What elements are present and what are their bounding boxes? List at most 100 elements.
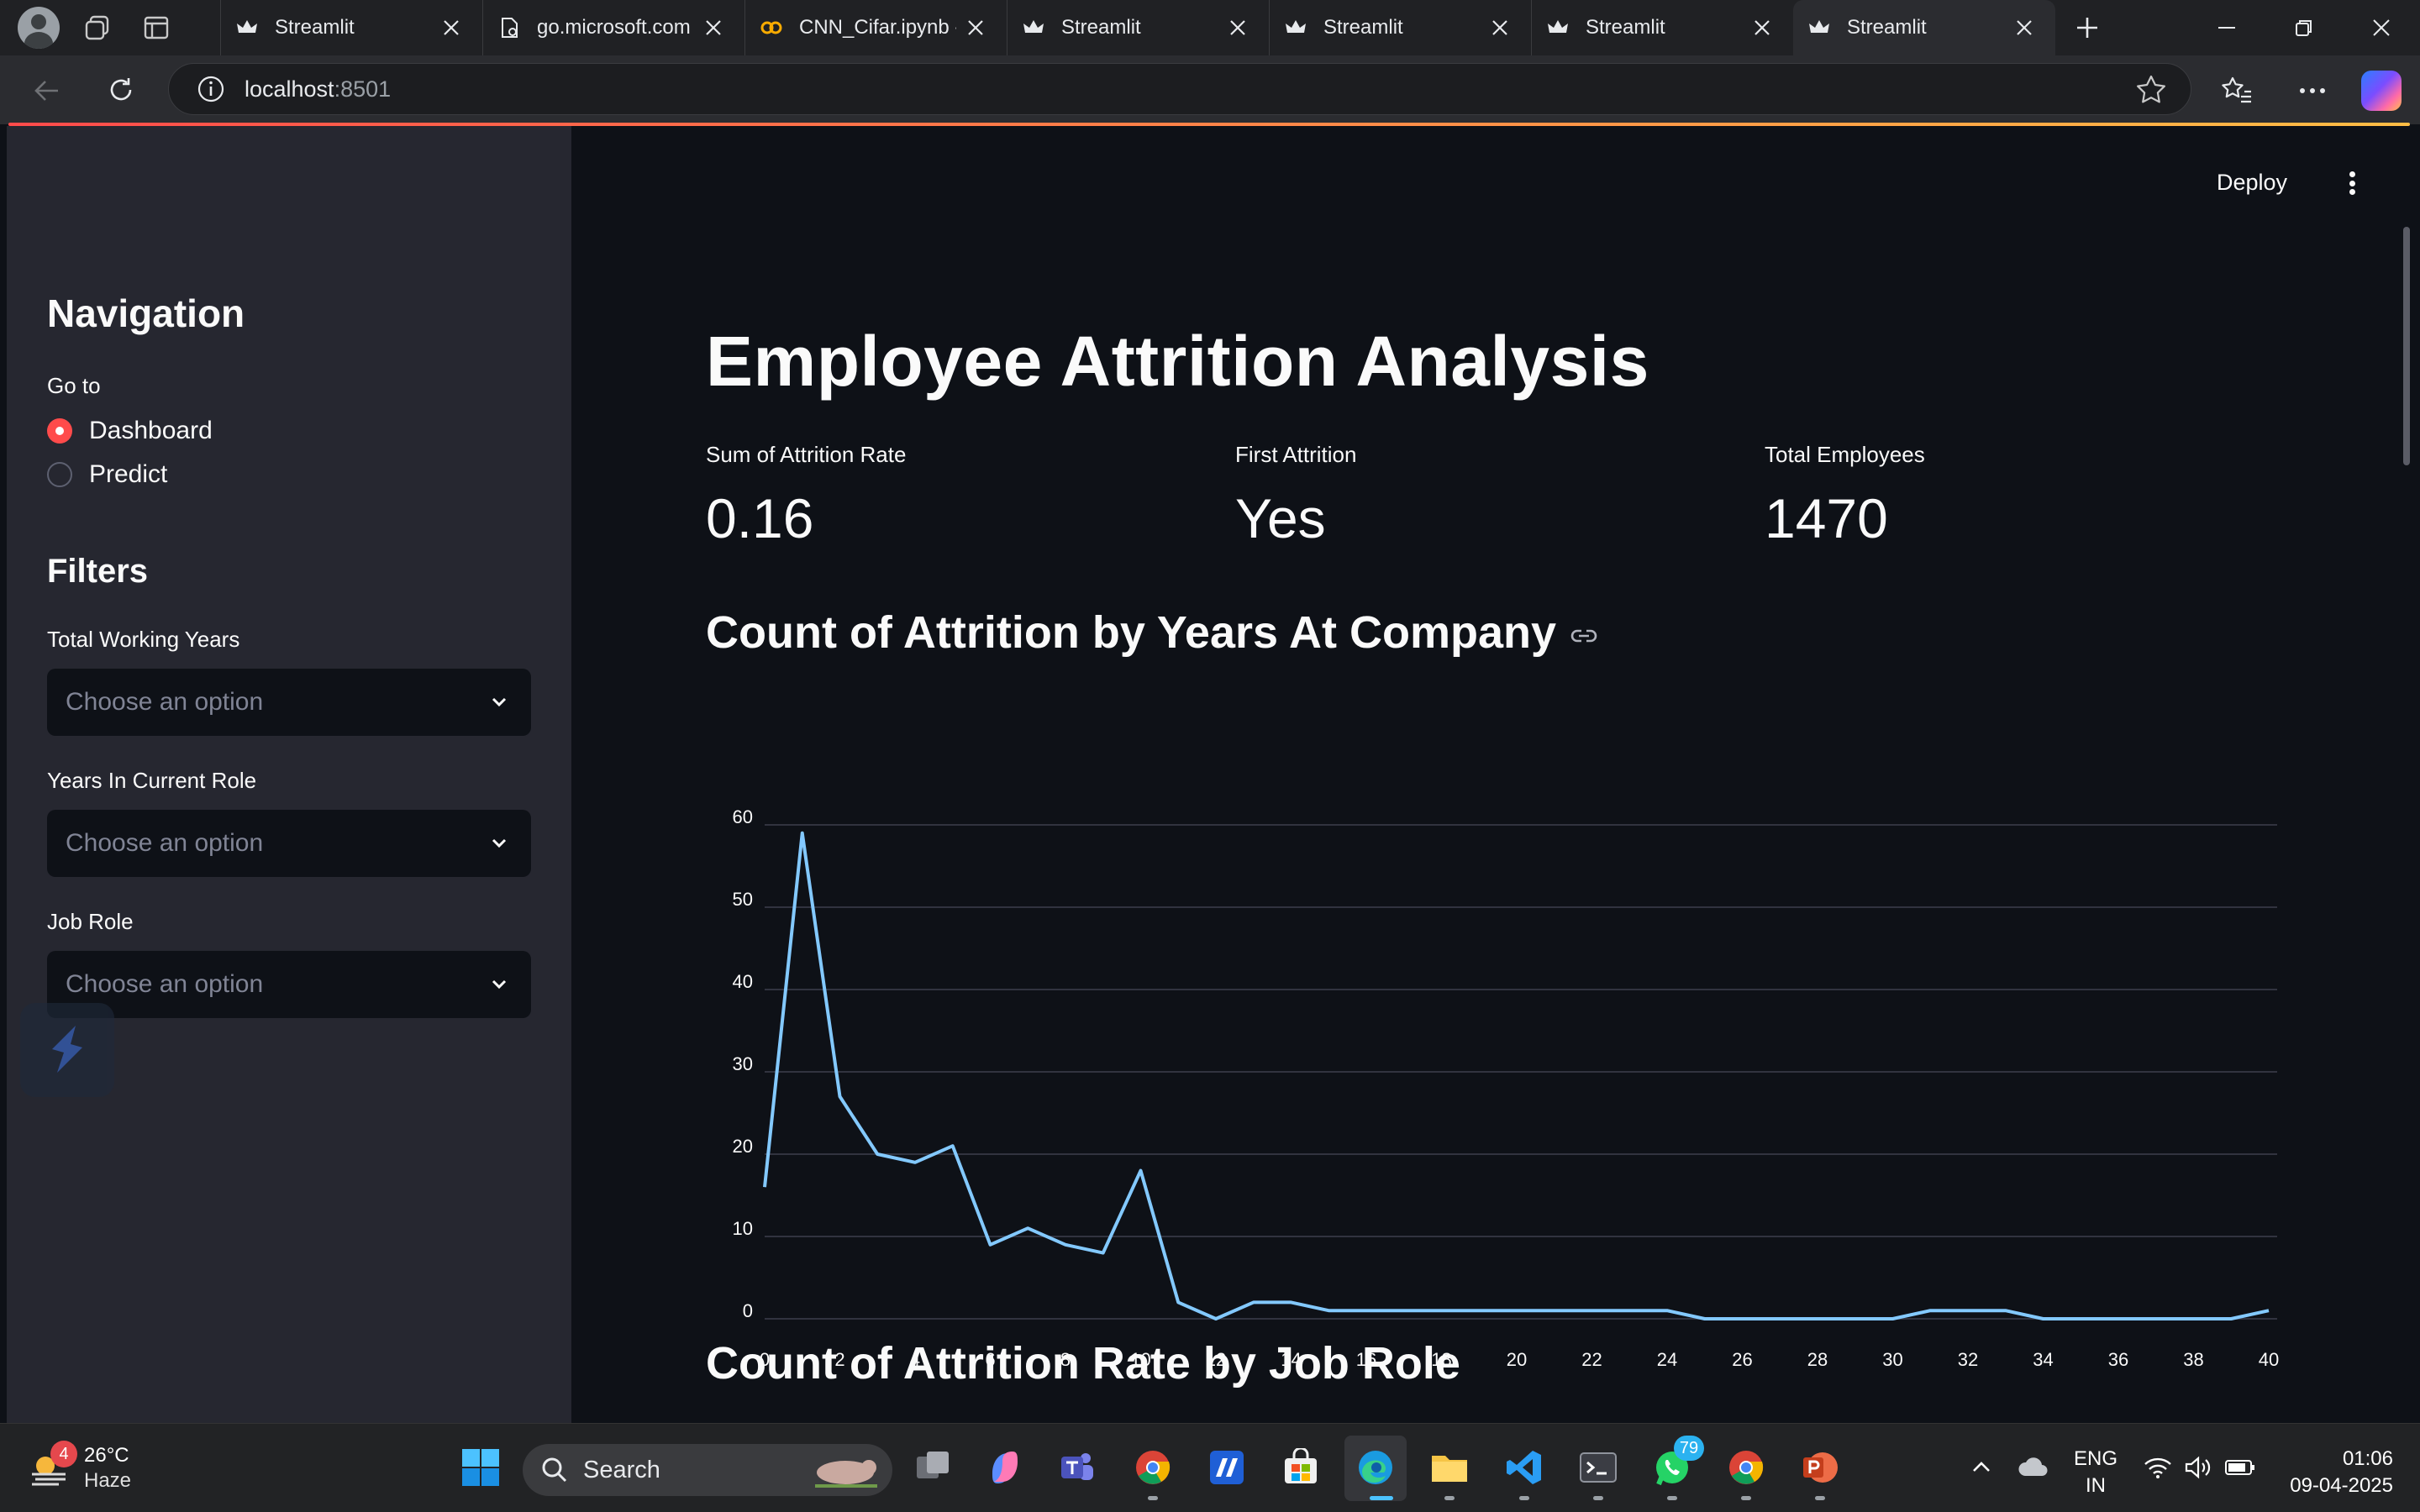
metric-label: Sum of Attrition Rate	[706, 442, 907, 467]
browser-tab[interactable]: Streamlit	[1269, 0, 1531, 55]
browser-tab[interactable]: CNN_Cifar.ipynb -	[744, 0, 1007, 55]
new-tab-button[interactable]	[2055, 0, 2119, 55]
streamlit-crown-icon	[1808, 17, 1830, 39]
select-job-role[interactable]: Choose an option	[47, 951, 531, 1018]
site-info-icon[interactable]	[192, 71, 229, 108]
workspaces-button[interactable]	[74, 4, 121, 51]
close-window-button[interactable]	[2343, 0, 2420, 55]
close-tab-icon[interactable]	[963, 15, 988, 40]
metric-total-employees: Total Employees 1470	[1765, 442, 1925, 550]
tab-title: Streamlit	[1323, 16, 1403, 39]
close-tab-icon[interactable]	[2012, 15, 2037, 40]
minimize-button[interactable]	[2188, 0, 2265, 55]
y-tick-label: 40	[733, 971, 753, 992]
store-icon	[1285, 1448, 1317, 1483]
chevron-down-icon	[492, 697, 507, 707]
task-view-button[interactable]	[909, 1444, 956, 1491]
main-menu-button[interactable]	[2339, 168, 2365, 198]
powerpoint-button[interactable]	[1797, 1444, 1844, 1491]
select-placeholder: Choose an option	[66, 829, 264, 857]
weather-widget[interactable]: 4 26°C Haze	[25, 1441, 143, 1499]
tab-title: Streamlit	[1847, 16, 1927, 39]
page-title: Employee Attrition Analysis	[706, 322, 1649, 401]
taskbar-search[interactable]: Search	[523, 1444, 892, 1496]
tab-title: Streamlit	[275, 16, 355, 39]
battery-status[interactable]	[2223, 1444, 2257, 1491]
radio-dot-unselected	[47, 462, 72, 487]
streamlit-crown-icon	[1547, 17, 1569, 39]
refresh-button[interactable]	[97, 67, 145, 114]
running-indicator	[1593, 1496, 1603, 1500]
browser-tab[interactable]: Streamlit	[1007, 0, 1269, 55]
close-tab-icon[interactable]	[1487, 15, 1512, 40]
chevron-up-icon	[1973, 1462, 1990, 1472]
select-total-working-years[interactable]: Choose an option	[47, 669, 531, 736]
edge-button[interactable]	[1352, 1444, 1399, 1491]
whatsapp-button[interactable]: 79	[1649, 1436, 1704, 1491]
search-label: Search	[583, 1456, 660, 1483]
deploy-button[interactable]: Deploy	[2217, 170, 2287, 196]
browser-tab[interactable]: Streamlit	[1793, 0, 2055, 55]
minimize-icon	[2218, 27, 2235, 29]
favorite-star-icon[interactable]	[2135, 74, 2167, 106]
streamlit-crown-icon	[236, 17, 258, 39]
back-button[interactable]	[24, 67, 71, 114]
editor-app-button[interactable]	[1203, 1444, 1250, 1491]
vertical-tabs-button[interactable]	[133, 4, 180, 51]
more-horizontal-icon	[2300, 88, 2325, 93]
language-indicator[interactable]: ENG IN	[2064, 1446, 2128, 1499]
wifi-icon	[2144, 1457, 2171, 1478]
restore-button[interactable]	[2265, 0, 2343, 55]
store-button[interactable]	[1277, 1444, 1324, 1491]
search-icon	[542, 1457, 567, 1483]
copilot-icon[interactable]	[2361, 71, 2402, 111]
terminal-icon	[1580, 1452, 1617, 1483]
y-tick-label: 50	[733, 889, 753, 910]
browser-tab[interactable]: Streamlit	[220, 0, 482, 55]
more-menu-button[interactable]	[2289, 67, 2336, 114]
y-tick-label: 10	[733, 1218, 753, 1239]
running-indicator	[1148, 1496, 1158, 1500]
clock[interactable]: 01:06 09-04-2025	[2275, 1446, 2393, 1499]
favorites-button[interactable]	[2213, 67, 2260, 114]
onedrive-button[interactable]	[2010, 1444, 2057, 1491]
select-placeholder: Choose an option	[66, 688, 264, 716]
url-field[interactable]: localhost:8501	[168, 63, 2191, 115]
close-tab-icon[interactable]	[1749, 15, 1775, 40]
radio-predict[interactable]: Predict	[47, 460, 167, 489]
tab-strip: Streamlit go.microsoft.com CNN_Cifar.ipynb…	[220, 0, 2055, 55]
chrome-profile-button[interactable]	[1723, 1444, 1770, 1491]
teams-button[interactable]	[1054, 1444, 1101, 1491]
chart-heading-text: Count of Attrition by Years At Company	[706, 607, 1557, 658]
chrome-button[interactable]	[1129, 1444, 1176, 1491]
x-tick-label: 30	[1882, 1349, 1902, 1370]
windows-taskbar: 4 26°C Haze Search 79 ENG IN 01:06 09-04…	[0, 1423, 2420, 1512]
scrollbar-thumb[interactable]	[2403, 227, 2410, 465]
select-years-in-current-role[interactable]: Choose an option	[47, 810, 531, 877]
streamlit-widget-icon[interactable]	[20, 1003, 114, 1097]
start-button[interactable]	[457, 1444, 504, 1491]
vscode-button[interactable]	[1501, 1444, 1548, 1491]
x-tick-label: 28	[1807, 1349, 1828, 1370]
clock-date: 09-04-2025	[2290, 1474, 2393, 1497]
wifi-status[interactable]	[2141, 1444, 2175, 1491]
radio-predict-label: Predict	[89, 460, 168, 488]
terminal-button[interactable]	[1575, 1444, 1622, 1491]
browser-tab[interactable]: go.microsoft.com	[482, 0, 744, 55]
volume-status[interactable]	[2181, 1444, 2215, 1491]
copilot-taskbar-button[interactable]	[981, 1444, 1028, 1491]
y-tick-label: 20	[733, 1136, 753, 1157]
running-indicator	[1519, 1496, 1529, 1500]
folder-icon	[1432, 1456, 1467, 1482]
close-tab-icon[interactable]	[701, 15, 726, 40]
tray-overflow-button[interactable]	[1958, 1444, 2005, 1491]
profile-button[interactable]	[15, 4, 62, 51]
close-tab-icon[interactable]	[1225, 15, 1250, 40]
anchor-link-icon[interactable]	[1568, 620, 1600, 652]
browser-tab[interactable]: Streamlit	[1531, 0, 1793, 55]
filter-label-job-role: Job Role	[47, 909, 134, 934]
file-explorer-button[interactable]	[1426, 1444, 1473, 1491]
radio-dashboard[interactable]: Dashboard	[47, 417, 213, 445]
task-view-icon	[917, 1452, 949, 1478]
close-tab-icon[interactable]	[439, 15, 464, 40]
